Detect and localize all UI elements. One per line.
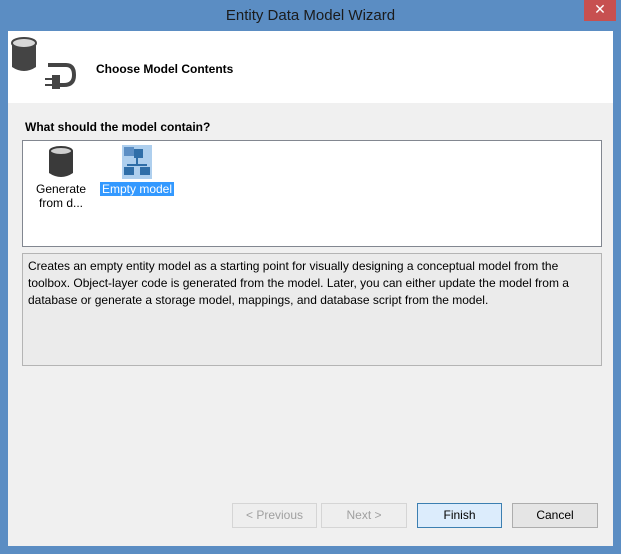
next-button[interactable]: Next >	[321, 503, 407, 528]
wizard-client: Choose Model Contents What should the mo…	[8, 31, 613, 546]
close-button[interactable]: ✕	[584, 0, 616, 21]
cancel-button[interactable]: Cancel	[512, 503, 598, 528]
wizard-header: Choose Model Contents	[8, 31, 613, 103]
option-label: Empty model	[99, 182, 175, 196]
option-description: Creates an empty entity model as a start…	[22, 253, 602, 366]
option-empty-model[interactable]: Empty model	[97, 145, 177, 196]
option-generate-from-database[interactable]: Generate from d...	[33, 145, 89, 210]
empty-model-icon	[122, 145, 152, 179]
previous-button[interactable]: < Previous	[232, 503, 317, 528]
model-contents-list[interactable]: Generate from d... Empty model	[22, 140, 602, 247]
page-title: Choose Model Contents	[96, 62, 234, 76]
window-title: Entity Data Model Wizard	[225, 7, 396, 24]
finish-button[interactable]: Finish	[417, 503, 502, 528]
model-contents-label: What should the model contain?	[25, 120, 211, 134]
database-connect-icon	[11, 37, 76, 89]
database-icon	[49, 146, 73, 177]
option-label: Generate from d...	[36, 182, 87, 210]
